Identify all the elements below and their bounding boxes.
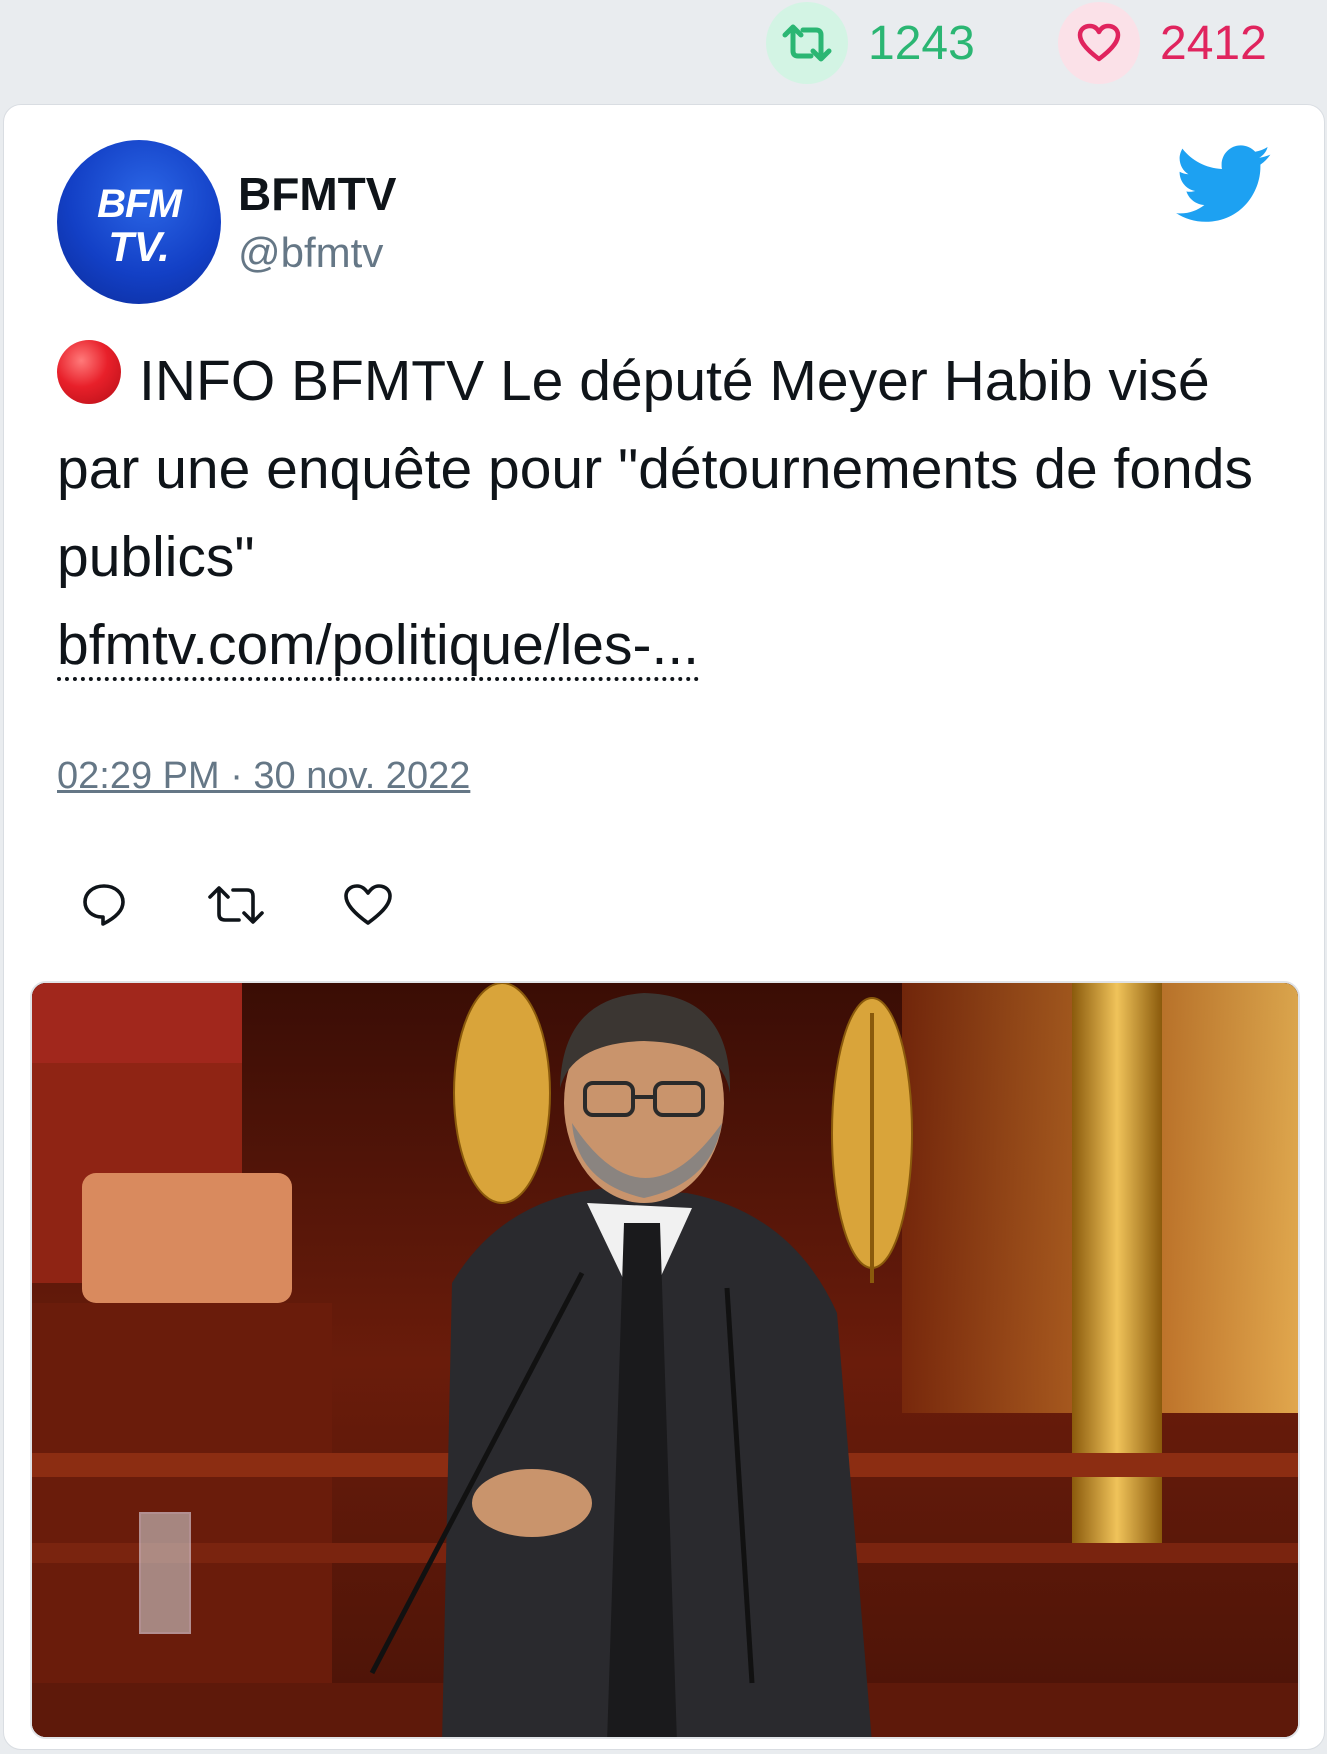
like-count-stat[interactable]: 2412 (1058, 2, 1267, 84)
red-circle-icon (57, 340, 121, 404)
retweet-count-stat[interactable]: 1243 (766, 2, 975, 84)
tweet-text: INFO BFMTV Le député Meyer Habib visé pa… (57, 337, 1277, 689)
tweet-link[interactable]: bfmtv.com/politique/les-... (57, 613, 700, 681)
reply-icon (83, 884, 125, 926)
tweet-timestamp[interactable]: 02:29 PM · 30 nov. 2022 (57, 755, 470, 798)
author-handle[interactable]: @bfmtv (238, 229, 383, 277)
retweet-icon[interactable] (766, 2, 848, 84)
twitter-bird-icon[interactable] (1176, 145, 1272, 225)
reply-button[interactable] (74, 875, 134, 935)
like-button[interactable] (338, 875, 398, 935)
tweet-photo[interactable] (30, 981, 1300, 1739)
retweet-button[interactable] (206, 875, 266, 935)
tweet-card: BFM TV. BFMTV @bfmtv INFO BFMTV Le déput… (3, 104, 1325, 1750)
avatar[interactable]: BFM TV. (57, 140, 221, 304)
author-name[interactable]: BFMTV (238, 167, 396, 221)
tweet-body: INFO BFMTV Le député Meyer Habib visé pa… (57, 349, 1253, 589)
heart-icon[interactable] (1058, 2, 1140, 84)
retweet-count: 1243 (868, 16, 975, 70)
avatar-logo-line1: BFM (97, 182, 182, 226)
tweet-stats-bar: 1243 2412 (0, 0, 1327, 100)
retweet-icon (208, 886, 264, 924)
avatar-logo-line2: TV. (108, 223, 170, 270)
heart-icon (344, 884, 392, 925)
photo-illustration (32, 983, 1298, 1737)
like-count: 2412 (1160, 16, 1267, 70)
